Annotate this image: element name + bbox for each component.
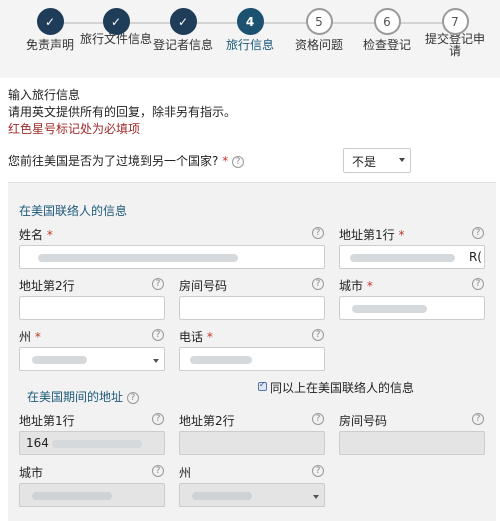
stay-city-label: 城市 <box>19 466 44 480</box>
contact-phone-label: 电话 * <box>179 330 213 344</box>
transit-question: 您前往美国是否为了过境到另一个国家? * ? <box>8 152 245 169</box>
help-icon[interactable]: ? <box>232 155 245 168</box>
checkmark-icon: ✓ <box>36 8 64 35</box>
redacted-value <box>38 254 238 262</box>
contact-address1-label: 地址第1行 * <box>339 228 405 242</box>
stay-address1-input[interactable]: 164 <box>19 431 165 455</box>
step-number: 5 <box>305 8 333 35</box>
help-icon[interactable]: ? <box>312 227 324 239</box>
stay-room-input[interactable] <box>339 431 485 455</box>
required-note: 红色星号标记处为必填项 <box>8 122 141 136</box>
contact-city-label: 城市 * <box>339 279 373 293</box>
required-marker: * <box>222 154 229 168</box>
contact-section-heading: 在美国联络人的信息 <box>19 204 128 218</box>
contact-name-input[interactable] <box>19 245 325 269</box>
same-as-contact-label: 同以上在美国联络人的信息 <box>270 381 415 395</box>
stay-city-input[interactable] <box>19 483 165 507</box>
chevron-down-icon <box>313 495 319 499</box>
help-icon[interactable]: ? <box>312 278 324 290</box>
help-icon[interactable]: ? <box>152 329 164 341</box>
contact-address2-label: 地址第2行 <box>19 279 75 293</box>
redacted-value <box>352 305 427 313</box>
checkmark-icon: ✓ <box>169 8 197 35</box>
contact-phone-input[interactable] <box>179 347 325 371</box>
stay-state-select[interactable] <box>179 483 325 507</box>
contact-city-input[interactable] <box>339 296 485 320</box>
step-number: 7 <box>441 8 469 35</box>
redacted-value <box>32 492 112 500</box>
redacted-value <box>192 492 252 500</box>
help-icon[interactable]: ? <box>472 278 484 290</box>
instruction-text: 请用英文提供所有的回复，除非另有指示。 <box>8 105 237 119</box>
intro: 输入旅行信息 请用英文提供所有的回复，除非另有指示。 红色星号标记处为必填项 <box>8 87 236 138</box>
stay-address2-label: 地址第2行 <box>179 414 235 428</box>
contact-room-label: 房间号码 <box>179 279 228 293</box>
contact-room-input[interactable] <box>179 296 325 320</box>
help-icon[interactable]: ? <box>472 227 484 239</box>
step-number: 6 <box>373 8 401 35</box>
transit-answer-select[interactable]: 不是 <box>343 148 411 173</box>
redacted-value <box>32 356 87 364</box>
help-icon[interactable]: ? <box>312 329 324 341</box>
stay-address1-label: 地址第1行 <box>19 414 75 428</box>
contact-panel: 在美国联络人的信息 姓名 * ? 地址第1行 * ? R( 地址第2行 ? 房间… <box>8 182 496 521</box>
chevron-down-icon <box>399 158 405 162</box>
contact-address2-input[interactable] <box>19 296 165 320</box>
step-number: 4 <box>236 8 264 35</box>
same-as-contact-checkbox[interactable] <box>258 380 267 391</box>
help-icon[interactable]: ? <box>472 413 484 425</box>
transit-question-text: 您前往美国是否为了过境到另一个国家? <box>8 154 219 168</box>
transit-answer-value: 不是 <box>352 155 377 169</box>
contact-address1-input[interactable]: R( <box>339 245 485 269</box>
contact-state-select[interactable] <box>19 347 165 371</box>
stay-room-label: 房间号码 <box>339 414 388 428</box>
contact-name-label: 姓名 * <box>19 228 53 242</box>
stay-state-label: 州 <box>179 466 192 480</box>
redacted-value <box>350 254 455 262</box>
address1-value-tail: R( <box>468 250 482 264</box>
stay-address2-input[interactable] <box>179 431 325 455</box>
redacted-value <box>190 356 252 364</box>
checkmark-icon: ✓ <box>102 8 130 35</box>
help-icon[interactable]: ? <box>312 465 324 477</box>
stay-address1-value: 164 <box>26 436 49 450</box>
help-icon[interactable]: ? <box>312 413 324 425</box>
contact-state-label: 州 * <box>19 330 41 344</box>
stay-section-heading: 在美国期间的地址 ? <box>27 388 139 405</box>
step-label: 提交登记申请 <box>424 32 485 58</box>
help-icon[interactable]: ? <box>152 413 164 425</box>
chevron-down-icon <box>153 359 159 363</box>
page-title: 输入旅行信息 <box>8 88 81 102</box>
help-icon[interactable]: ? <box>152 465 164 477</box>
progress-steps: ✓ 免责声明 ✓ 旅行文件信息 ✓ 登记者信息 4 旅行信息 5 资格问题 6 … <box>0 0 500 78</box>
redacted-value <box>52 440 142 448</box>
step-submit[interactable]: 7 提交登记申请 <box>410 8 500 57</box>
help-icon[interactable]: ? <box>126 391 139 404</box>
help-icon[interactable]: ? <box>152 278 164 290</box>
